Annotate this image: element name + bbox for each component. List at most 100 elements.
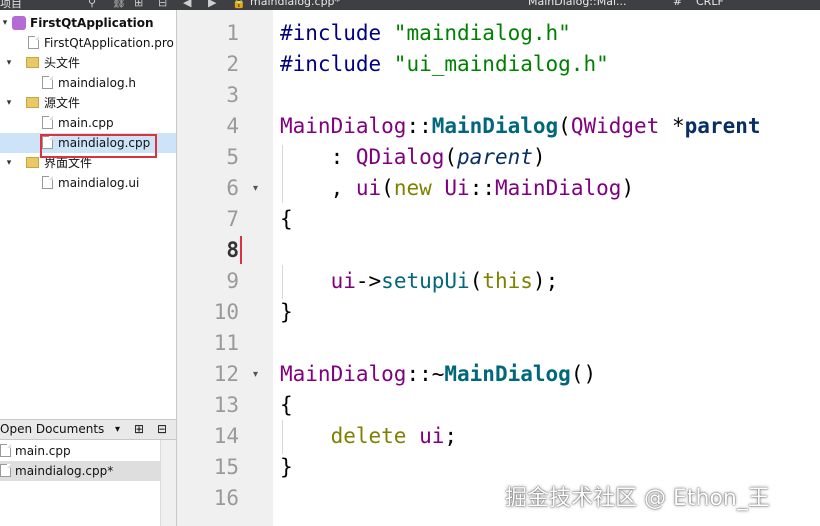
qt-project-icon (12, 16, 26, 30)
line-number: 15 (213, 455, 239, 479)
function-name: MainDialog (431, 114, 559, 138)
code-line: MainDialog::~MainDialog() (280, 359, 596, 390)
chevron-down-icon[interactable]: ▾ (4, 53, 14, 73)
chevron-down-icon[interactable]: ▾ (115, 424, 120, 435)
cpp-file-icon (42, 116, 53, 129)
tree-item-label: FirstQtApplication.pro (44, 36, 174, 50)
punctuation: * (659, 114, 685, 138)
scope-operator: :: (469, 176, 495, 200)
line-number: 6 (226, 176, 239, 200)
open-doc-label: main.cpp (15, 444, 71, 458)
line-number: 14 (213, 424, 239, 448)
tree-item-label: 源文件 (44, 96, 81, 110)
function-name: MainDialog (444, 362, 571, 386)
brace: { (280, 207, 293, 231)
code-line: } (280, 297, 293, 328)
open-doc-label: maindialog.cpp* (15, 464, 114, 478)
keyword: this (482, 269, 533, 293)
brace: } (280, 300, 293, 324)
parameter-name: parent (684, 114, 761, 138)
punctuation: ( (444, 145, 458, 169)
chevron-down-icon[interactable]: ▾ (0, 13, 10, 33)
class-name: MainDialog (495, 176, 622, 200)
member-name: ui (419, 424, 445, 448)
split-icon[interactable]: ⊞ (134, 0, 143, 9)
forward-icon[interactable]: ▶ (208, 0, 216, 9)
project-label: 项目 (0, 0, 22, 10)
watermark: 掘金技术社区 @ Ethon_王 (505, 486, 770, 511)
namespace-name: Ui (444, 176, 470, 200)
member-name: ui (330, 269, 356, 293)
open-doc-item[interactable]: main.cpp (0, 441, 160, 461)
close-panel-icon[interactable]: ⊟ (157, 422, 167, 436)
link-icon[interactable]: ⛓ (112, 0, 126, 9)
punctuation: : (280, 145, 356, 169)
fold-marker-icon[interactable]: ▾ (253, 173, 258, 204)
open-doc-item-active[interactable]: maindialog.cpp* (0, 461, 160, 481)
folder-icon (26, 57, 39, 68)
ui-file-icon (42, 176, 53, 189)
top-toolbar: 项目 ⚲ ⛓ ⊞ ⊟ ◀ ▶ 🔒 maindialog.cpp* MainDia… (0, 0, 820, 10)
chevron-down-icon[interactable]: ▾ (4, 93, 14, 113)
code-line: { (280, 204, 293, 235)
lock-icon[interactable]: 🔒 (232, 0, 246, 9)
brace: } (280, 455, 293, 479)
line-number-current: 8 (226, 238, 239, 262)
line-number: 16 (213, 486, 239, 510)
close-panel-icon[interactable]: ⊟ (158, 0, 167, 9)
cpp-file-icon (0, 444, 11, 457)
brace: { (280, 393, 293, 417)
line-number: 1 (226, 21, 239, 45)
string-literal: "ui_maindialog.h" (393, 52, 609, 76)
keyword: delete (330, 424, 407, 448)
tree-item-label: 头文件 (44, 56, 81, 70)
cpp-file-icon (0, 464, 11, 477)
open-documents-header: Open Documents ▾ ⊞ ⊟ (0, 419, 176, 440)
chevron-down-icon[interactable]: ▾ (4, 153, 14, 173)
class-name: MainDialog (280, 114, 407, 138)
punctuation: ( (558, 114, 571, 138)
back-icon[interactable]: ◀ (183, 0, 191, 9)
code-line: #include "ui_maindialog.h" (280, 49, 609, 80)
line-number: 2 (226, 52, 239, 76)
code-line: #include "maindialog.h" (280, 18, 571, 49)
line-number: 9 (226, 269, 239, 293)
code-line: , ui(new Ui::MainDialog) (280, 173, 635, 204)
line-number: 7 (226, 207, 239, 231)
class-name: MainDialog (280, 362, 407, 386)
line-ending-label[interactable]: CRLF (696, 0, 724, 8)
filter-icon[interactable]: ⚲ (88, 0, 96, 9)
line-number: 4 (226, 114, 239, 138)
class-name: QDialog (355, 145, 445, 169)
punctuation: ) (621, 176, 635, 200)
folder-icon (26, 97, 39, 108)
punctuation: ; (444, 424, 458, 448)
code-line: { (280, 390, 293, 421)
line-number: 3 (226, 83, 239, 107)
preprocessor-directive: #include (280, 52, 394, 76)
open-documents-title: Open Documents (0, 422, 105, 436)
string-literal: "maindialog.h" (393, 21, 571, 45)
open-documents-scrollbar[interactable] (160, 440, 176, 526)
preprocessor-directive: #include (280, 21, 394, 45)
line-number: 5 (226, 145, 239, 169)
symbol-combo[interactable]: MainDialog::Mai... (528, 0, 626, 8)
split-icon[interactable]: ⊞ (134, 422, 144, 436)
line-number: 10 (213, 300, 239, 324)
header-file-icon (42, 76, 53, 89)
text-cursor (240, 236, 242, 264)
scope-operator: :: (406, 114, 432, 138)
fold-marker-icon[interactable]: ▾ (253, 359, 258, 390)
code-line: ui->setupUi(this); (280, 266, 559, 297)
punctuation: ( (381, 176, 394, 200)
highlight-box (40, 134, 157, 158)
parameter-name: parent (457, 145, 533, 169)
hash-label: # (673, 0, 683, 8)
scope-operator: ::~ (406, 362, 445, 386)
tree-item-label: main.cpp (58, 116, 114, 130)
editor-tab-title[interactable]: maindialog.cpp* (250, 0, 340, 8)
code-line: delete ui; (280, 421, 457, 452)
